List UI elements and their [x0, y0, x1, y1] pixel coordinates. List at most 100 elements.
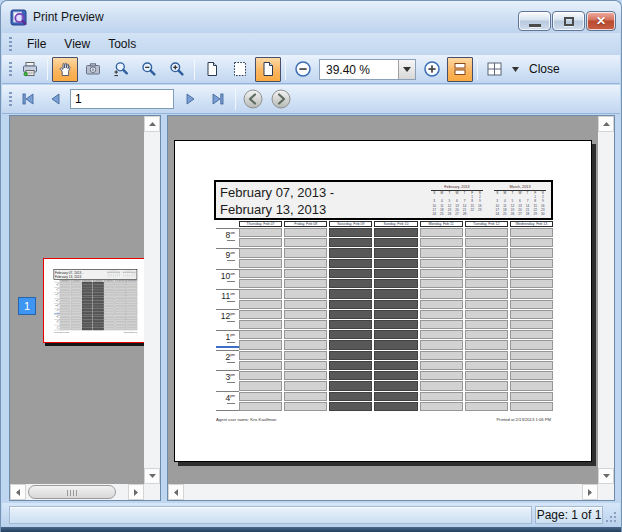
chevron-down-icon	[403, 67, 411, 72]
scroll-left-button[interactable]	[168, 484, 184, 500]
window-bottom-edge	[1, 527, 621, 532]
previous-page-icon	[48, 91, 64, 107]
preview-vertical-scrollbar[interactable]	[598, 116, 614, 484]
toolbar-grip[interactable]	[9, 62, 12, 76]
menubar-grip[interactable]	[9, 37, 12, 51]
scroll-down-button[interactable]	[598, 468, 614, 484]
arrow-left-icon	[174, 489, 178, 496]
minimize-button[interactable]	[518, 11, 551, 31]
navigation-toolbar	[2, 85, 620, 114]
thumbnails-panel: 1 February 07, 2013 -February 13, 2013 F…	[9, 115, 161, 501]
title-bar: Print Preview ✕	[1, 1, 621, 33]
scroll-down-button[interactable]	[144, 468, 160, 484]
page-header-box: February 07, 2013 -February 13, 2013 Feb…	[214, 180, 553, 220]
first-page-button[interactable]	[15, 87, 41, 112]
scroll-up-button[interactable]	[598, 116, 614, 132]
date-range-title: February 07, 2013 -February 13, 2013	[220, 184, 334, 218]
arrow-left-icon	[16, 489, 20, 496]
scroll-right-button[interactable]	[582, 484, 598, 500]
scroll-up-button[interactable]	[144, 116, 160, 132]
multi-page-button[interactable]	[482, 57, 508, 82]
zoom-in-button[interactable]	[164, 57, 190, 82]
toolbar-grip[interactable]	[9, 92, 12, 106]
status-page-info: Page: 1 of 1	[535, 506, 603, 524]
preview-page: February 07, 2013 -February 13, 2013 Feb…	[174, 140, 592, 462]
last-page-icon	[210, 91, 226, 107]
page-thumbnail[interactable]: February 07, 2013 -February 13, 2013 Feb…	[43, 258, 146, 343]
fit-margins-button[interactable]	[227, 57, 253, 82]
page-number-input[interactable]	[70, 89, 174, 109]
split-view-button[interactable]	[447, 57, 473, 82]
fit-margins-icon	[232, 61, 248, 77]
window-title: Print Preview	[33, 10, 104, 24]
multi-page-icon	[486, 61, 504, 77]
next-view-button[interactable]	[268, 87, 294, 112]
main-toolbar: 39.40 %	[2, 55, 620, 84]
zoom-in-icon	[169, 61, 185, 77]
pan-hand-icon	[57, 61, 73, 77]
zoom-plus-icon	[423, 60, 441, 78]
status-bar: Page: 1 of 1	[2, 503, 620, 527]
thumbnails-vertical-scrollbar[interactable]	[144, 116, 160, 484]
zoom-decrease-button[interactable]	[290, 57, 316, 82]
zoom-increase-button[interactable]	[419, 57, 445, 82]
close-preview-button[interactable]: Close	[521, 58, 568, 80]
last-page-button[interactable]	[205, 87, 231, 112]
mini-calendar-february: February, 2013SMTWTFS1234567891011121314…	[428, 185, 486, 217]
separator	[477, 59, 478, 80]
fit-whole-page-button[interactable]	[255, 57, 281, 82]
multi-page-dropdown[interactable]	[509, 57, 521, 82]
fit-whole-page-icon	[260, 61, 276, 77]
print-preview-window: Print Preview ✕ File View Tools	[0, 0, 622, 532]
zoom-out-icon	[141, 61, 157, 77]
zoom-value: 39.40 %	[326, 63, 370, 77]
separator	[194, 59, 195, 80]
arrow-up-icon	[149, 122, 156, 126]
page-number-badge: 1	[18, 297, 36, 315]
menu-file[interactable]: File	[18, 34, 55, 54]
arrow-right-icon	[134, 489, 138, 496]
chevron-down-icon	[512, 67, 519, 72]
maximize-button[interactable]	[552, 11, 585, 31]
zoom-dynamic-button[interactable]	[108, 57, 134, 82]
arrow-up-icon	[603, 122, 610, 126]
close-button[interactable]: ✕	[586, 11, 616, 31]
snapshot-button[interactable]	[80, 57, 106, 82]
separator	[285, 59, 286, 80]
zoom-out-button[interactable]	[136, 57, 162, 82]
snapshot-camera-icon	[85, 61, 101, 77]
thumbnails-horizontal-scrollbar[interactable]	[10, 484, 144, 500]
hours-gutter: 8am9am10am11am12pm1pm2pm3pm4pm	[216, 228, 239, 411]
fit-page-button[interactable]	[199, 57, 225, 82]
arrow-down-icon	[603, 474, 610, 478]
preview-panel: February 07, 2013 -February 13, 2013 Feb…	[167, 115, 615, 501]
previous-view-icon	[242, 88, 264, 110]
resize-grip[interactable]	[605, 511, 617, 523]
previous-page-button[interactable]	[43, 87, 69, 112]
arrow-right-icon	[588, 489, 592, 496]
scroll-left-button[interactable]	[10, 484, 26, 500]
first-page-icon	[20, 91, 36, 107]
scroll-right-button[interactable]	[128, 484, 144, 500]
arrow-down-icon	[149, 474, 156, 478]
scrollbar-thumb[interactable]	[28, 485, 116, 499]
mini-calendar-march: March, 2013SMTWTFS1234567891011121314151…	[491, 185, 549, 217]
next-page-icon	[182, 91, 198, 107]
page-footer-right: Printed at 2/13/2013 1:06 PM	[497, 417, 551, 422]
zoom-dynamic-icon	[113, 61, 129, 77]
page-thumbnail-image: February 07, 2013 -February 13, 2013 Feb…	[44, 259, 146, 343]
app-icon	[10, 9, 28, 27]
preview-horizontal-scrollbar[interactable]	[168, 484, 598, 500]
print-icon	[22, 61, 38, 77]
menu-tools[interactable]: Tools	[99, 34, 145, 54]
separator	[235, 89, 236, 110]
zoom-combobox[interactable]: 39.40 %	[319, 59, 416, 80]
zoom-dropdown-button[interactable]	[398, 60, 415, 79]
pan-hand-button[interactable]	[52, 57, 78, 82]
split-view-icon	[452, 61, 468, 77]
print-button[interactable]	[17, 57, 43, 82]
status-message-area	[9, 506, 532, 524]
menu-view[interactable]: View	[55, 34, 99, 54]
previous-view-button[interactable]	[240, 87, 266, 112]
next-page-button[interactable]	[177, 87, 203, 112]
